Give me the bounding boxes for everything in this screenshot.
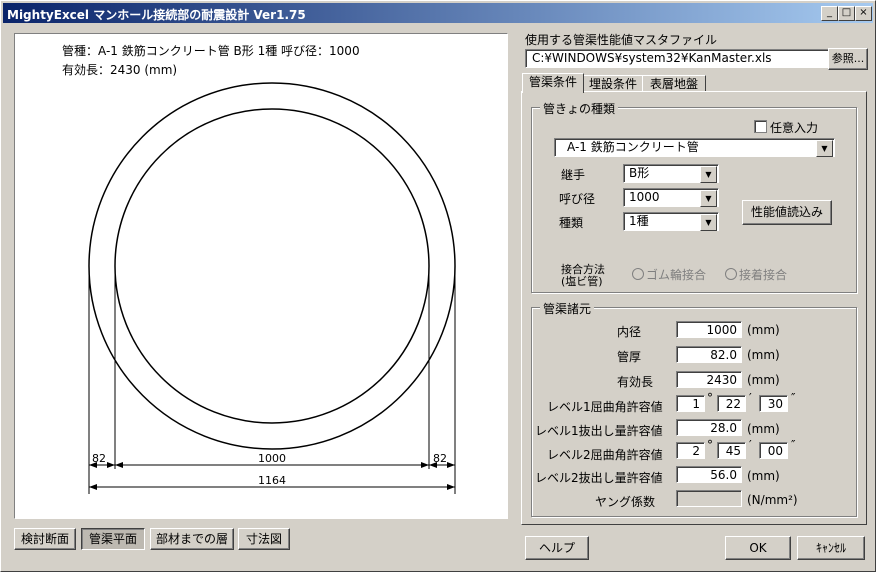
- maximize-button[interactable]: □: [838, 6, 855, 21]
- level2-pullout-field[interactable]: 56.0: [676, 466, 742, 483]
- joint-label: 継手: [561, 168, 586, 182]
- master-file-path-field[interactable]: C:¥WINDOWS¥system32¥KanMaster.xls: [525, 49, 829, 68]
- arrow-4: [421, 462, 429, 468]
- title-bar: MightyExcel マンホール接続部の耐震設計 Ver1.75 _ □ ×: [3, 3, 873, 23]
- master-file-label: 使用する管渠性能値マスタファイル: [525, 33, 718, 47]
- wall-thickness-label: 管厚: [617, 350, 642, 364]
- cancel-button[interactable]: ｷｬﾝｾﾙ: [797, 536, 865, 560]
- wall-thickness-unit: (mm): [747, 348, 780, 362]
- adhesive-radio[interactable]: [725, 268, 737, 280]
- dim-wall-left-label: 82: [92, 452, 106, 465]
- level2-pullout-unit: (mm): [747, 469, 780, 483]
- tab-pipe-conditions[interactable]: 管渠条件: [522, 73, 584, 93]
- young-modulus-unit: (N/mm²): [747, 493, 798, 507]
- class-select-value: 1種: [629, 214, 649, 228]
- level2-bend-min-field[interactable]: 45: [717, 442, 746, 459]
- minimize-button[interactable]: _: [821, 6, 838, 21]
- level1-pullout-label: レベル1抜出し量許容値: [535, 424, 663, 438]
- inner-diameter-label: 内径: [617, 325, 642, 339]
- inner-diameter-field[interactable]: 1000: [676, 321, 742, 338]
- level2-bend-deg-field[interactable]: 2: [676, 442, 705, 459]
- level1-bend-min-field[interactable]: 22: [717, 395, 746, 412]
- pipe-preview-canvas: 管種：A-1 鉄筋コンクリート管 B形 1種 呼び径：1000 有効長：2430…: [14, 33, 508, 519]
- wall-thickness-field[interactable]: 82.0: [676, 346, 742, 363]
- young-modulus-field[interactable]: [676, 490, 742, 507]
- pipe-inner-circle: [114, 108, 430, 424]
- chevron-down-icon[interactable]: ▼: [700, 214, 717, 231]
- arrow-2: [107, 462, 115, 468]
- sec-mark: ″: [791, 438, 796, 452]
- level1-bend-deg-field[interactable]: 1: [676, 395, 705, 412]
- level2-bend-label: レベル2屈曲角許容値: [547, 448, 663, 462]
- manual-input-label: 任意入力: [770, 121, 819, 135]
- min-mark: ′: [749, 391, 752, 405]
- view-layer-button[interactable]: 部材までの層: [150, 528, 234, 550]
- effective-length-label: 有効長: [617, 375, 654, 389]
- level1-pullout-unit: (mm): [747, 422, 780, 436]
- arrow-8: [447, 484, 455, 490]
- rubber-ring-radio[interactable]: [632, 268, 644, 280]
- pipe-specs-group-label: 管渠諸元: [540, 300, 595, 317]
- class-select[interactable]: 1種 ▼: [623, 212, 719, 231]
- level2-bend-sec-field[interactable]: 00: [759, 442, 788, 459]
- view-section-button[interactable]: 検討断面: [14, 528, 76, 550]
- chevron-down-icon[interactable]: ▼: [700, 166, 717, 183]
- app-window: MightyExcel マンホール接続部の耐震設計 Ver1.75 _ □ × …: [0, 0, 876, 572]
- tab-surface-ground[interactable]: 表層地盤: [642, 75, 706, 92]
- view-dimension-button[interactable]: 寸法図: [238, 528, 290, 550]
- level1-pullout-field[interactable]: 28.0: [676, 419, 742, 436]
- min-mark: ′: [749, 438, 752, 452]
- sec-mark: ″: [791, 391, 796, 405]
- effective-length-unit: (mm): [747, 373, 780, 387]
- adhesive-label: 接着接合: [739, 268, 788, 282]
- dim-wall-right-label: 82: [433, 452, 447, 465]
- pipe-cross-section-drawing: 82 1000 82 1164: [88, 82, 456, 494]
- arrow-7: [89, 484, 97, 490]
- ok-button[interactable]: OK: [725, 536, 791, 560]
- dim-inner-label: 1000: [258, 452, 286, 465]
- arrow-3: [115, 462, 123, 468]
- pipe-outer-circle: [88, 82, 456, 450]
- window-title: MightyExcel マンホール接続部の耐震設計 Ver1.75: [7, 8, 306, 22]
- connect-method-sublabel: (塩ビ管): [561, 275, 603, 288]
- deg-mark: °: [707, 438, 713, 452]
- read-performance-button[interactable]: 性能値読込み: [742, 200, 832, 225]
- pipe-type-select-value: A-1 鉄筋コンクリート管: [567, 140, 699, 154]
- close-button[interactable]: ×: [855, 6, 872, 21]
- browse-button[interactable]: 参照...: [828, 48, 868, 70]
- pipe-kind-group-label: 管きょの種類: [540, 100, 619, 117]
- tab-burial-conditions[interactable]: 埋設条件: [583, 75, 643, 92]
- rubber-ring-label: ゴム輪接合: [646, 268, 707, 282]
- chevron-down-icon[interactable]: ▼: [816, 140, 833, 157]
- young-modulus-label: ヤング係数: [595, 495, 656, 509]
- level1-bend-sec-field[interactable]: 30: [759, 395, 788, 412]
- dim-outer-label: 1164: [258, 474, 286, 487]
- diameter-select[interactable]: 1000 ▼: [623, 188, 719, 207]
- pipe-type-select[interactable]: A-1 鉄筋コンクリート管 ▼: [554, 138, 835, 157]
- arrow-6: [447, 462, 455, 468]
- class-label: 種類: [559, 216, 584, 230]
- joint-select-value: B形: [629, 166, 650, 180]
- level2-pullout-label: レベル2抜出し量許容値: [535, 471, 663, 485]
- view-pipe-plan-button[interactable]: 管渠平面: [81, 528, 145, 550]
- deg-mark: °: [707, 391, 713, 405]
- diameter-select-value: 1000: [629, 190, 660, 204]
- level1-bend-label: レベル1屈曲角許容値: [547, 400, 663, 414]
- manual-input-checkbox[interactable]: [754, 120, 767, 133]
- chevron-down-icon[interactable]: ▼: [700, 190, 717, 207]
- inner-diameter-unit: (mm): [747, 323, 780, 337]
- joint-select[interactable]: B形 ▼: [623, 164, 719, 183]
- help-button[interactable]: ヘルプ: [525, 536, 589, 560]
- diameter-label: 呼び径: [559, 192, 596, 206]
- effective-length-field[interactable]: 2430: [676, 371, 742, 388]
